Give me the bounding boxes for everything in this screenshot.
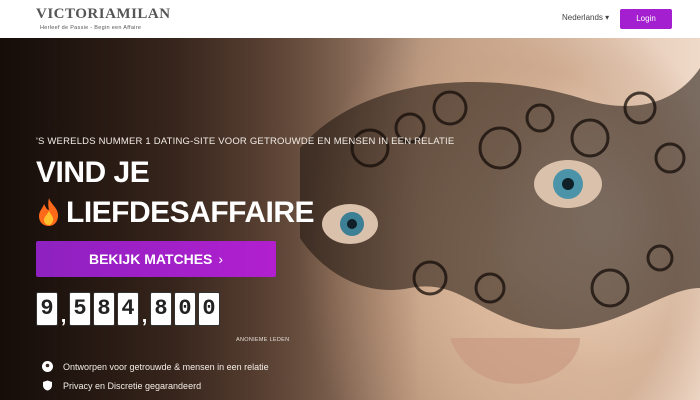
feature-item: Privacy en Discretie gegarandeerd — [42, 380, 201, 391]
logo-wordmark: VICTORIAMILAN — [36, 6, 171, 22]
location-pin-icon — [42, 361, 53, 372]
lace-mask-photo — [300, 68, 700, 384]
counter-digit: 8 — [93, 292, 115, 326]
feature-text: Ontworpen voor getrouwde & mensen in een… — [63, 361, 269, 372]
login-button[interactable]: Login — [620, 9, 672, 29]
feature-item: Ontworpen voor getrouwde & mensen in een… — [42, 361, 269, 372]
feature-text: Privacy en Discretie gegarandeerd — [63, 380, 202, 391]
anonymous-members-label: ANONIEME LEDEN — [236, 337, 290, 343]
counter-digit: 5 — [69, 292, 91, 326]
counter-digit: 0 — [198, 292, 220, 326]
chevron-right-icon: › — [218, 251, 224, 267]
victoria-milan-logo[interactable]: VICTORIAMILAN Herleef de Passie - Begin … — [36, 6, 170, 34]
top-navigation-bar: VICTORIAMILAN Herleef de Passie - Begin … — [0, 0, 700, 38]
counter-digit: 8 — [150, 292, 172, 326]
hero-section: 'S WERELDS NUMMER 1 DATING-SITE VOOR GET… — [0, 38, 700, 400]
member-counter: 9 , 5 8 4 , 8 0 0 — [36, 292, 222, 326]
flame-icon — [39, 198, 59, 226]
hero-tagline: 'S WERELDS NUMMER 1 DATING-SITE VOOR GET… — [36, 136, 455, 147]
counter-digit: 0 — [174, 292, 196, 326]
counter-separator: , — [141, 305, 148, 327]
counter-separator: , — [60, 305, 67, 327]
hero-headline-line2: LIEFDESAFFAIRE — [66, 196, 315, 229]
hero-headline-line1: VIND JE — [36, 156, 150, 189]
language-selector[interactable]: Nederlands ▾ — [562, 13, 609, 22]
hero-headline-line2-wrapper: LIEFDESAFFAIRE — [36, 196, 315, 230]
shield-icon — [43, 380, 52, 391]
view-matches-label: BEKIJK MATCHES — [88, 251, 213, 267]
view-matches-button[interactable]: BEKIJK MATCHES › — [36, 241, 276, 277]
counter-digit: 9 — [36, 292, 58, 326]
counter-digit: 4 — [117, 292, 139, 326]
logo-tagline: Herleef de Passie - Begin een Affaire — [40, 25, 142, 31]
